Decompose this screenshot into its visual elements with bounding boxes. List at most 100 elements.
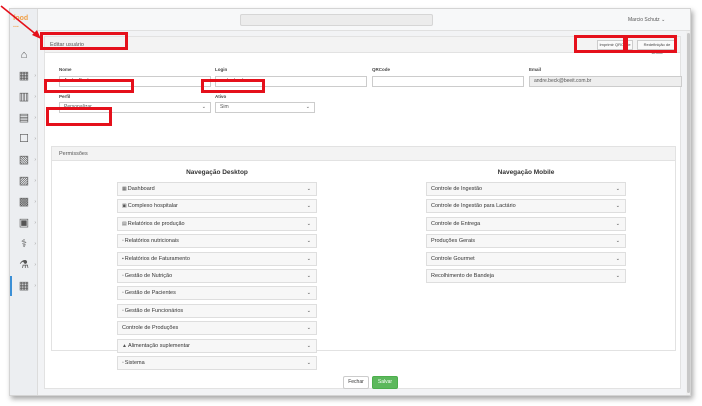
chevron-down-icon: ⌄ xyxy=(305,104,310,110)
sidebar-item-flask[interactable]: ⚗ › xyxy=(10,255,38,275)
email-label: Email xyxy=(529,67,542,72)
permission-label: Relatórios de Faturamento xyxy=(124,255,190,262)
permission-label: Recolhimento de Bandeja xyxy=(431,273,494,279)
chevron-down-icon: ⌄ xyxy=(306,203,311,210)
vertical-scrollbar[interactable] xyxy=(686,31,690,395)
sidebar-item-building[interactable]: ▥ › xyxy=(10,87,38,107)
mobile-permission-item[interactable]: Controle de Ingestão para Lactário ⌄ xyxy=(426,199,626,214)
desktop-permission-item[interactable]: Controle de Produções ⌄ xyxy=(117,321,317,336)
annotation-print-qrcode xyxy=(574,35,626,53)
desktop-permission-item[interactable]: ▪Relatórios de Faturamento ⌄ xyxy=(117,251,317,266)
edit-user-card: Editar usuário Imprimir QRCode Redefiniç… xyxy=(44,36,682,389)
sidebar-item-clipboard[interactable]: ▤ › xyxy=(10,108,38,128)
permissions-header: Permissões xyxy=(52,147,675,161)
top-bar: Marcio Schutz ⌄ xyxy=(38,9,690,31)
mobile-permission-item[interactable]: Recolhimento de Bandeja ⌄ xyxy=(426,269,626,283)
chevron-right-icon: › xyxy=(34,157,36,163)
permission-label: Controle de Ingestão xyxy=(431,186,483,192)
chevron-right-icon: › xyxy=(34,283,36,289)
perfil-label: Perfil xyxy=(59,94,71,99)
nutrition-management-icon: ▫ xyxy=(122,273,124,279)
mobile-permission-item[interactable]: Controle de Ingestão ⌄ xyxy=(426,182,626,196)
sidebar-item-tray[interactable]: ▨ › xyxy=(10,171,38,191)
mobile-nav-title: Navegação Mobile xyxy=(497,169,555,176)
settings-icon: ▦ xyxy=(18,279,30,292)
annotation-edit-user xyxy=(40,32,128,50)
fechar-button[interactable]: Fechar xyxy=(343,376,369,389)
chevron-down-icon: ⌄ xyxy=(615,255,620,262)
chevron-down-icon: ⌄ xyxy=(306,255,311,262)
chevron-right-icon: › xyxy=(34,220,36,226)
sidebar-item-report[interactable]: ▧ › xyxy=(10,150,38,170)
mobile-permission-item[interactable]: Controle de Entrega ⌄ xyxy=(426,216,626,231)
hospital-icon: ▣ xyxy=(122,203,127,210)
desktop-permission-item[interactable]: ▫Sistema ⌄ xyxy=(117,356,317,370)
desktop-permission-item[interactable]: ▫Gestão de Pacientes ⌄ xyxy=(117,286,317,301)
desktop-permission-item[interactable]: ▫Relatórios nutricionais ⌄ xyxy=(117,234,317,249)
document-icon: ☐ xyxy=(19,132,29,145)
permission-label: Gestão de Funcionários xyxy=(124,307,184,314)
sidebar-item-grid[interactable]: ▦ › xyxy=(10,66,38,86)
permission-label: Produções Gerais xyxy=(431,238,476,245)
hospital-icon: ▣ xyxy=(18,216,30,229)
chevron-down-icon: ⌄ xyxy=(306,325,311,332)
patients-icon: ▫ xyxy=(122,290,124,297)
chevron-down-icon: ⌄ xyxy=(615,186,620,192)
qrcode-field[interactable] xyxy=(372,76,524,87)
chevron-down-icon: ⌄ xyxy=(306,290,311,297)
permission-label: Relatórios nutricionais xyxy=(124,238,179,245)
login-label: Login xyxy=(215,67,228,72)
desktop-permission-item[interactable]: ▦Dashboard ⌄ xyxy=(117,182,317,196)
report-icon: ▧ xyxy=(18,153,30,166)
billing-icon: ▪ xyxy=(122,255,124,262)
desktop-permission-item[interactable]: ▤Relatórios de produção ⌄ xyxy=(117,216,317,231)
mobile-permission-item[interactable]: Controle Gourmet ⌄ xyxy=(426,251,626,266)
sidebar-item-settings[interactable]: ▦ › xyxy=(10,276,38,296)
chevron-down-icon: ⌄ xyxy=(306,360,311,366)
mobile-permission-item[interactable]: Produções Gerais ⌄ xyxy=(426,234,626,249)
chevron-right-icon: › xyxy=(34,94,36,100)
email-field[interactable]: andre.beck@beeit.com.br xyxy=(529,76,682,87)
app-window: food ... ⌂ ▦ › ▥ › ▤ › ☐ › ▧ › ▨ › ▩ › ▣ › ⚕ › ⚗ › ▦ › Marcio … xyxy=(9,8,691,396)
permissions-title: Permissões xyxy=(59,151,88,157)
permission-label: Dashboard xyxy=(127,186,155,192)
chevron-down-icon: ⌄ xyxy=(615,220,620,227)
top-search-input[interactable] xyxy=(240,14,433,26)
scrollbar-thumb[interactable] xyxy=(687,33,690,393)
annotation-perfil xyxy=(44,79,134,93)
chart-icon: ▩ xyxy=(18,195,30,208)
production-icon: ▤ xyxy=(122,220,127,227)
dashboard-icon: ▦ xyxy=(122,186,127,192)
sidebar-item-home[interactable]: ⌂ xyxy=(10,45,38,65)
chevron-right-icon: › xyxy=(34,136,36,142)
desktop-permission-item[interactable]: ▲Alimentação suplementar ⌄ xyxy=(117,338,317,353)
desktop-permission-item[interactable]: ▣Complexo hospitalar ⌄ xyxy=(117,199,317,214)
chevron-right-icon: › xyxy=(34,262,36,268)
sidebar-item-document[interactable]: ☐ › xyxy=(10,129,38,149)
permission-label: Relatórios de produção xyxy=(127,220,185,227)
ativo-select[interactable]: Sim ⌄ xyxy=(215,102,315,113)
chevron-down-icon: ⌄ xyxy=(306,186,311,192)
chevron-down-icon: ⌄ xyxy=(306,273,311,279)
desktop-permission-item[interactable]: ▫Gestão de Funcionários ⌄ xyxy=(117,303,317,318)
sidebar-item-hospital[interactable]: ▣ › xyxy=(10,213,38,233)
permission-label: Gestão de Nutrição xyxy=(124,273,173,279)
user-menu[interactable]: Marcio Schutz ⌄ xyxy=(628,17,665,23)
sidebar-item-medicine[interactable]: ⚕ › xyxy=(10,234,38,254)
flask-icon: ⚗ xyxy=(19,258,29,271)
salvar-button[interactable]: Salvar xyxy=(372,376,398,389)
permission-label: Complexo hospitalar xyxy=(127,203,178,210)
permission-label: Sistema xyxy=(124,360,145,366)
sidebar-item-chart[interactable]: ▩ › xyxy=(10,192,38,212)
chevron-down-icon: ⌄ xyxy=(201,104,206,110)
annotation-ativo xyxy=(201,79,265,93)
desktop-permission-item[interactable]: ▫Gestão de Nutrição ⌄ xyxy=(117,269,317,283)
chevron-right-icon: › xyxy=(34,241,36,247)
qrcode-label: QRCode xyxy=(372,67,390,72)
employees-icon: ▫ xyxy=(122,307,124,314)
permission-label: Controle de Ingestão para Lactário xyxy=(431,203,516,210)
nutrition-icon: ▫ xyxy=(122,238,124,245)
medicine-icon: ⚕ xyxy=(21,237,27,250)
tray-icon: ▨ xyxy=(18,174,30,187)
chevron-down-icon: ⌄ xyxy=(615,203,620,210)
